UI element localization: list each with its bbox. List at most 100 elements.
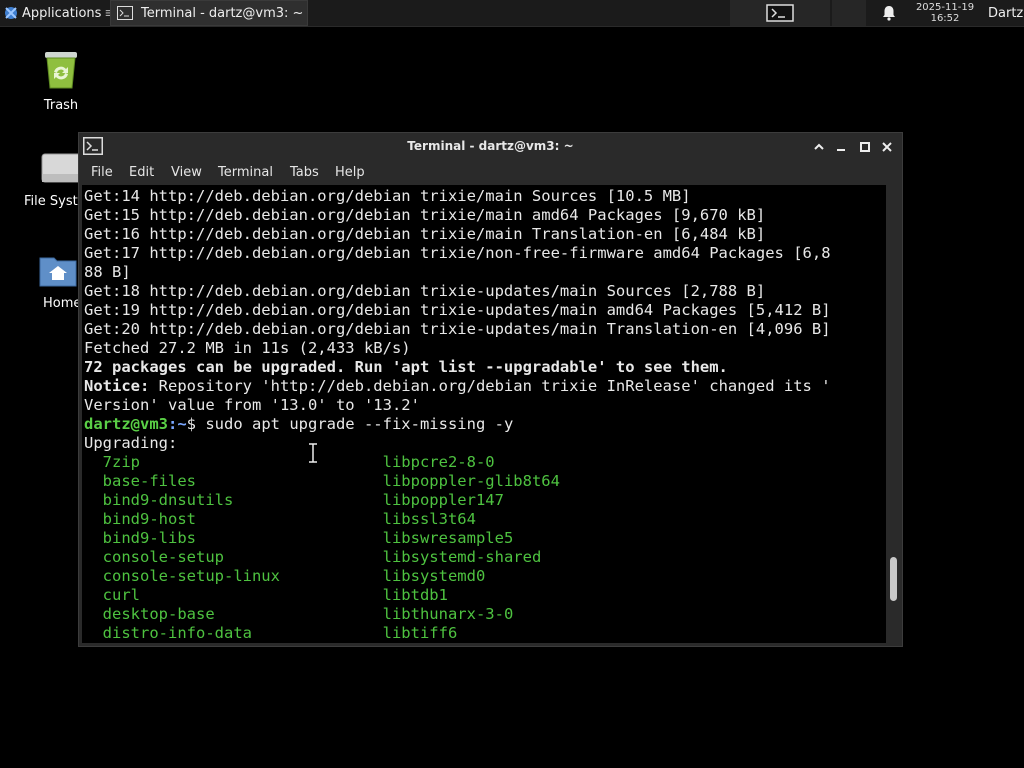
terminal-line: Get:14 http://deb.debian.org/debian trix… [84, 187, 691, 205]
notice-label: Notice: [84, 377, 150, 395]
applications-menu-button[interactable]: Applications ≡ [0, 0, 115, 26]
clock-date: 2025-11-19 [915, 2, 975, 13]
package-name: console-setup-linux [102, 567, 280, 585]
line-text: $ sudo apt upgrade --fix-missing -y [186, 415, 514, 433]
package-name: libswresample5 [382, 529, 514, 547]
menu-edit[interactable]: Edit [129, 165, 154, 180]
window-menubar: File Edit View Terminal Tabs Help [79, 161, 902, 185]
package-row: curl libtdb1 [84, 586, 448, 604]
workspace-terminal-button[interactable] [766, 0, 794, 26]
clock-time: 16:52 [930, 13, 960, 24]
terminal-line: Get:18 http://deb.debian.org/debian trix… [84, 282, 765, 300]
window-maximize-button[interactable] [857, 139, 873, 155]
terminal-line: Fetched 27.2 MB in 11s (2,433 kB/s) [84, 339, 411, 357]
window-minimize-button[interactable] [833, 139, 849, 155]
trash-label: Trash [43, 98, 79, 113]
package-name: desktop-base [102, 605, 215, 623]
window-shade-button[interactable] [811, 139, 827, 155]
terminal-line: Get:16 http://deb.debian.org/debian trix… [84, 225, 765, 243]
terminal-text: Get:14 http://deb.debian.org/debian trix… [82, 185, 886, 643]
terminal-line: dartz@vm3:~$ sudo apt upgrade --fix-miss… [84, 415, 513, 433]
terminal-line: Upgrading: [84, 434, 177, 452]
desktop-trash[interactable]: Trash [28, 44, 94, 113]
user-menu[interactable]: Dartz [988, 0, 1023, 26]
line-text: Get:19 http://deb.debian.org/debian trix… [84, 301, 831, 319]
package-name: libsystemd0 [382, 567, 486, 585]
terminal-line: Get:20 http://deb.debian.org/debian trix… [84, 320, 831, 338]
scrollbar-thumb[interactable] [890, 557, 897, 601]
package-name: libpoppler147 [382, 491, 504, 509]
terminal-window[interactable]: Terminal - dartz@vm3: ~ File Edit View T… [78, 132, 903, 647]
package-name: console-setup [102, 548, 224, 566]
terminal-line: Version' value from '13.0' to '13.2' [84, 396, 420, 414]
line-text: Get:17 http://deb.debian.org/debian trix… [84, 244, 831, 262]
package-row: console-setup libsystemd-shared [84, 548, 542, 566]
clock[interactable]: 2025-11-19 16:52 [906, 0, 984, 24]
line-text: Get:20 http://deb.debian.org/debian trix… [84, 320, 831, 338]
bell-icon [883, 6, 895, 21]
top-panel: Applications ≡ Terminal - dartz@vm3: ~ 2… [0, 0, 1024, 27]
package-name: curl [102, 586, 140, 604]
taskbar-terminal-button[interactable]: Terminal - dartz@vm3: ~ [110, 0, 308, 26]
terminal-output[interactable]: Get:14 http://deb.debian.org/debian trix… [82, 185, 886, 643]
prompt-path: :~ [168, 415, 187, 433]
package-row: bind9-libs libswresample5 [84, 529, 514, 547]
menu-tabs[interactable]: Tabs [290, 165, 319, 180]
terminal-line: Notice: Repository 'http://deb.debian.or… [84, 377, 831, 395]
package-name: libpoppler-glib8t64 [382, 472, 560, 490]
window-titlebar[interactable]: Terminal - dartz@vm3: ~ [79, 133, 902, 161]
applications-label: Applications [22, 5, 102, 21]
line-text: Get:14 http://deb.debian.org/debian trix… [84, 187, 691, 205]
terminal-launcher-icon [766, 4, 794, 22]
package-row: 7zip libpcre2-8-0 [84, 453, 495, 471]
terminal-line: Get:17 http://deb.debian.org/debian trix… [84, 244, 831, 262]
line-text: Version' value from '13.0' to '13.2' [84, 396, 420, 414]
line-text: Upgrading: [84, 434, 178, 452]
terminal-icon [117, 6, 133, 20]
panel-spacer-block-2 [832, 0, 866, 26]
package-name: libssl3t64 [382, 510, 476, 528]
terminal-line: Get:15 http://deb.debian.org/debian trix… [84, 206, 765, 224]
package-name: bind9-dnsutils [102, 491, 234, 509]
taskbar-terminal-label: Terminal - dartz@vm3: ~ [141, 5, 304, 21]
package-name: libthunarx-3-0 [382, 605, 514, 623]
notification-button[interactable] [882, 0, 896, 26]
package-name: bind9-host [102, 510, 196, 528]
package-row: base-files libpoppler-glib8t64 [84, 472, 560, 490]
terminal-line: Get:19 http://deb.debian.org/debian trix… [84, 301, 831, 319]
line-text: Repository 'http://deb.debian.org/debian… [149, 377, 831, 395]
package-name: base-files [102, 472, 196, 490]
xfce-logo-icon [5, 7, 17, 19]
line-text: 72 packages can be upgraded. Run 'apt li… [84, 358, 728, 376]
line-text: Get:16 http://deb.debian.org/debian trix… [84, 225, 766, 243]
text-cursor-icon [309, 443, 317, 463]
package-row: distro-info-data libtiff6 [84, 624, 458, 642]
menu-help[interactable]: Help [335, 165, 365, 180]
package-name: libpcre2-8-0 [382, 453, 495, 471]
package-row: bind9-dnsutils libpoppler147 [84, 491, 504, 509]
package-name: libtdb1 [382, 586, 448, 604]
line-text: Get:18 http://deb.debian.org/debian trix… [84, 282, 766, 300]
package-name: 7zip [102, 453, 140, 471]
home-folder-icon [39, 257, 77, 287]
menu-file[interactable]: File [91, 165, 113, 180]
menu-terminal[interactable]: Terminal [218, 165, 273, 180]
window-title: Terminal - dartz@vm3: ~ [407, 139, 574, 153]
package-name: libtiff6 [382, 624, 458, 642]
line-text: Fetched 27.2 MB in 11s (2,433 kB/s) [84, 339, 411, 357]
line-text: 88 B] [84, 263, 131, 281]
package-row: console-setup-linux libsystemd0 [84, 567, 486, 585]
terminal-line: 88 B] [84, 263, 131, 281]
package-name: distro-info-data [102, 624, 252, 642]
package-name: bind9-libs [102, 529, 196, 547]
trash-icon [45, 52, 77, 89]
package-row: bind9-host libssl3t64 [84, 510, 476, 528]
terminal-scrollbar[interactable] [887, 185, 901, 643]
window-close-button[interactable] [879, 139, 895, 155]
line-text: Get:15 http://deb.debian.org/debian trix… [84, 206, 766, 224]
prompt-user: dartz@vm3 [84, 415, 168, 433]
package-row: desktop-base libthunarx-3-0 [84, 605, 514, 623]
menu-view[interactable]: View [171, 165, 202, 180]
package-name: libsystemd-shared [382, 548, 542, 566]
terminal-line: 72 packages can be upgraded. Run 'apt li… [84, 358, 728, 376]
